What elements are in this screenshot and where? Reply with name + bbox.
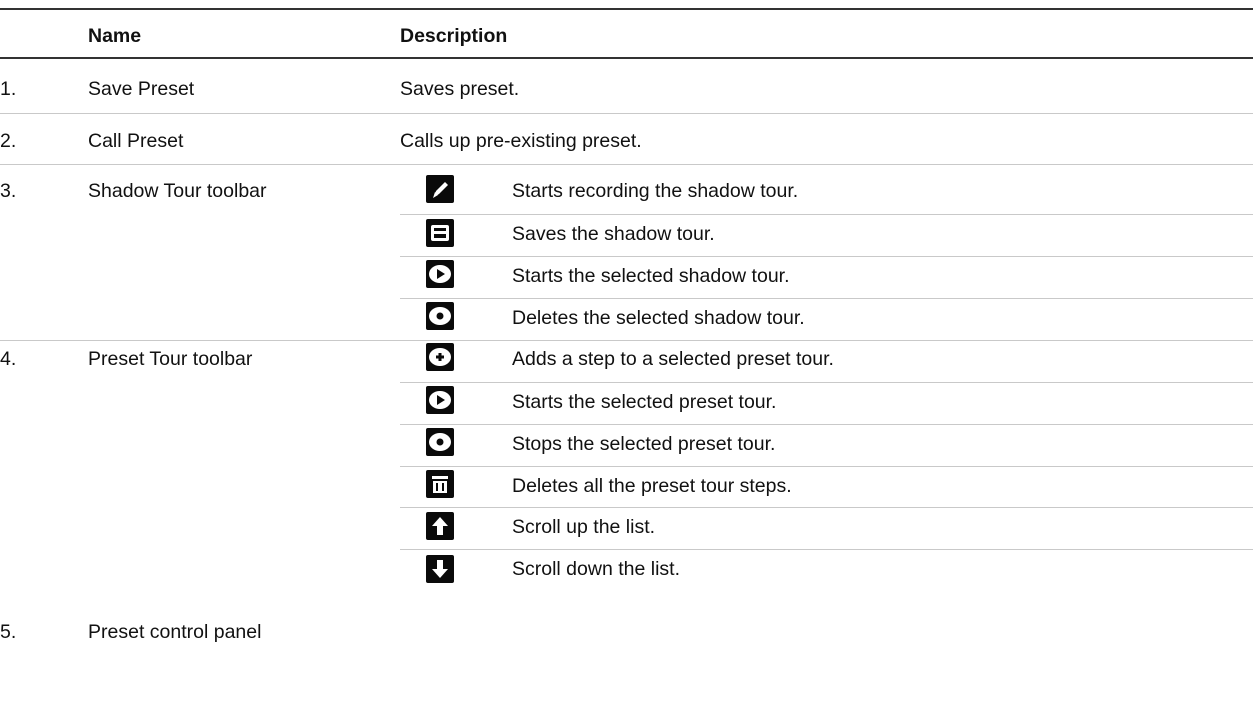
row-number: 4. [0,348,17,370]
row-number: 1. [0,78,17,100]
row-number: 5. [0,621,17,643]
play-icon [426,260,454,288]
stop-icon [426,428,454,456]
trash-icon [426,470,454,498]
sub-row-divider [400,549,1253,550]
item-description: Starts the selected shadow tour. [512,265,790,287]
sub-row-divider [400,382,1253,383]
row-name: Save Preset [88,78,195,100]
sub-row-divider [400,298,1253,299]
item-description: Deletes the selected shadow tour. [512,307,805,329]
item-description: Saves the shadow tour. [512,223,715,245]
item-description: Deletes all the preset tour steps. [512,475,792,497]
item-description: Adds a step to a selected preset tour. [512,348,834,370]
header-bottom-rule [0,57,1253,59]
item-description: Starts recording the shadow tour. [512,180,799,202]
table-top-rule [0,8,1253,10]
row-divider [0,113,1253,114]
sub-row-divider [400,256,1253,257]
sub-row-divider [400,466,1253,467]
row-divider [0,164,1253,165]
row-divider [0,340,1253,341]
save-icon [426,219,454,247]
row-number: 2. [0,130,17,152]
header-name: Name [88,25,142,47]
row-number: 3. [0,180,17,202]
header-description: Description [400,25,508,47]
add-icon [426,343,454,371]
row-description: Calls up pre-existing preset. [400,130,642,152]
row-description: Saves preset. [400,78,520,100]
row-name: Preset Tour toolbar [88,348,253,370]
pencil-icon [426,175,454,203]
sub-row-divider [400,424,1253,425]
sub-row-divider [400,214,1253,215]
item-description: Starts the selected preset tour. [512,391,777,413]
sub-row-divider [400,507,1253,508]
row-name: Shadow Tour toolbar [88,180,267,202]
item-description: Stops the selected preset tour. [512,433,776,455]
arrow-up-icon [426,512,454,540]
arrow-down-icon [426,555,454,583]
stop-icon [426,302,454,330]
row-name: Preset control panel [88,621,262,643]
item-description: Scroll up the list. [512,516,656,538]
row-name: Call Preset [88,130,184,152]
play-icon [426,386,454,414]
item-description: Scroll down the list. [512,558,680,580]
